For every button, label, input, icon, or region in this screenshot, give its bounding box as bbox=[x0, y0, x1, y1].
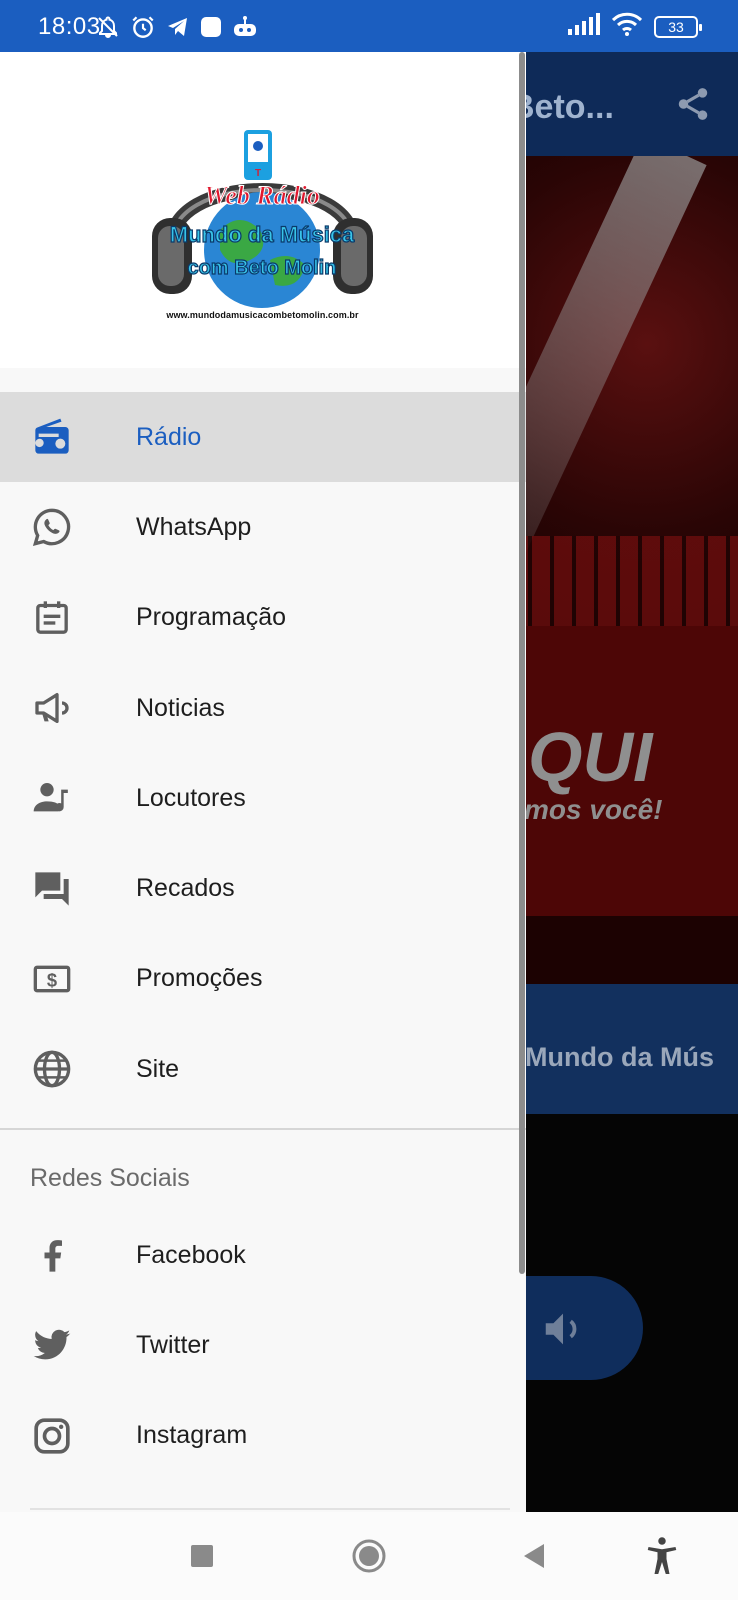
battery-icon: 33 bbox=[654, 15, 702, 38]
menu-item-label: Noticias bbox=[136, 693, 225, 722]
menu-item-programacao[interactable]: Programação bbox=[0, 573, 526, 663]
globe-icon bbox=[32, 1049, 72, 1089]
station-logo: T Web Rádio Mundo da Música com Beto Mol… bbox=[150, 130, 375, 330]
menu-item-noticias[interactable]: Noticias bbox=[0, 663, 526, 753]
calendar-icon bbox=[32, 598, 72, 638]
status-time: 18:03 bbox=[38, 13, 101, 40]
radio-icon bbox=[32, 417, 72, 457]
menu-item-label: Site bbox=[136, 1054, 180, 1083]
menu-item-label: Programação bbox=[136, 603, 287, 632]
navigation-drawer: T Web Rádio Mundo da Música com Beto Mol… bbox=[0, 52, 526, 1512]
menu-item-promocoes[interactable]: $ Promoções bbox=[0, 934, 526, 1024]
drawer-bottom-divider bbox=[30, 1508, 510, 1510]
background-banner-subtext: mos você! bbox=[524, 794, 663, 825]
app-square-icon bbox=[200, 16, 222, 43]
back-icon[interactable] bbox=[512, 1534, 556, 1578]
svg-text:T: T bbox=[255, 168, 261, 179]
section-title-social: Redes Sociais bbox=[30, 1164, 190, 1192]
instagram-icon bbox=[32, 1416, 72, 1456]
accessibility-icon[interactable] bbox=[640, 1534, 684, 1578]
menu-item-site[interactable]: Site bbox=[0, 1024, 526, 1114]
drawer-scrollbar[interactable] bbox=[519, 52, 525, 1274]
system-navigation-bar bbox=[0, 1512, 738, 1600]
menu-item-facebook[interactable]: Facebook bbox=[0, 1210, 526, 1300]
facebook-icon bbox=[32, 1235, 72, 1275]
twitter-icon bbox=[32, 1325, 72, 1365]
logo-line3: com Beto Molin bbox=[188, 257, 337, 279]
megaphone-icon bbox=[32, 688, 72, 728]
drawer-menu: Rádio WhatsApp Programação Noticias Locu… bbox=[0, 392, 526, 1114]
menu-item-whatsapp[interactable]: WhatsApp bbox=[0, 482, 526, 572]
menu-item-label: Recados bbox=[136, 874, 235, 903]
logo-url: www.mundodamusicacombetomolin.com.br bbox=[166, 310, 359, 320]
home-icon[interactable] bbox=[347, 1534, 391, 1578]
recent-apps-icon[interactable] bbox=[180, 1534, 224, 1578]
chat-bubbles-icon bbox=[32, 869, 72, 909]
whatsapp-icon bbox=[32, 507, 72, 547]
logo-line1: Web Rádio bbox=[204, 181, 320, 210]
menu-item-radio[interactable]: Rádio bbox=[0, 392, 526, 483]
person-music-icon bbox=[32, 778, 72, 818]
volume-icon bbox=[538, 1306, 588, 1357]
background-station-text: Mundo da Mús bbox=[525, 1042, 714, 1072]
bell-off-icon bbox=[96, 15, 120, 44]
background-strip bbox=[510, 916, 738, 986]
telegram-icon bbox=[166, 15, 190, 44]
menu-item-label: Twitter bbox=[136, 1330, 210, 1359]
share-icon bbox=[674, 84, 712, 129]
menu-item-locutores[interactable]: Locutores bbox=[0, 753, 526, 843]
social-menu: Facebook Twitter Instagram bbox=[0, 1210, 526, 1481]
menu-item-label: WhatsApp bbox=[136, 512, 252, 541]
svg-text:$: $ bbox=[47, 969, 57, 990]
menu-item-instagram[interactable]: Instagram bbox=[0, 1391, 526, 1481]
menu-item-twitter[interactable]: Twitter bbox=[0, 1300, 526, 1390]
logo-line2: Mundo da Música bbox=[170, 222, 355, 247]
background-hero-image bbox=[510, 156, 738, 626]
menu-item-label: Instagram bbox=[136, 1421, 248, 1450]
money-icon: $ bbox=[32, 959, 72, 999]
drawer-divider bbox=[0, 1128, 526, 1130]
alarm-icon bbox=[130, 14, 156, 45]
android-robot-icon bbox=[232, 16, 258, 43]
background-banner-text: QUI bbox=[528, 718, 653, 796]
menu-item-label: Rádio bbox=[136, 422, 202, 451]
menu-item-label: Facebook bbox=[136, 1240, 246, 1269]
drawer-header: T Web Rádio Mundo da Música com Beto Mol… bbox=[0, 52, 526, 368]
menu-item-label: Promoções bbox=[136, 964, 263, 993]
wifi-icon bbox=[611, 12, 643, 41]
menu-item-label: Locutores bbox=[136, 783, 246, 812]
menu-item-recados[interactable]: Recados bbox=[0, 843, 526, 933]
status-bar: 18:03 33 bbox=[0, 0, 738, 52]
signal-icon bbox=[568, 13, 600, 40]
